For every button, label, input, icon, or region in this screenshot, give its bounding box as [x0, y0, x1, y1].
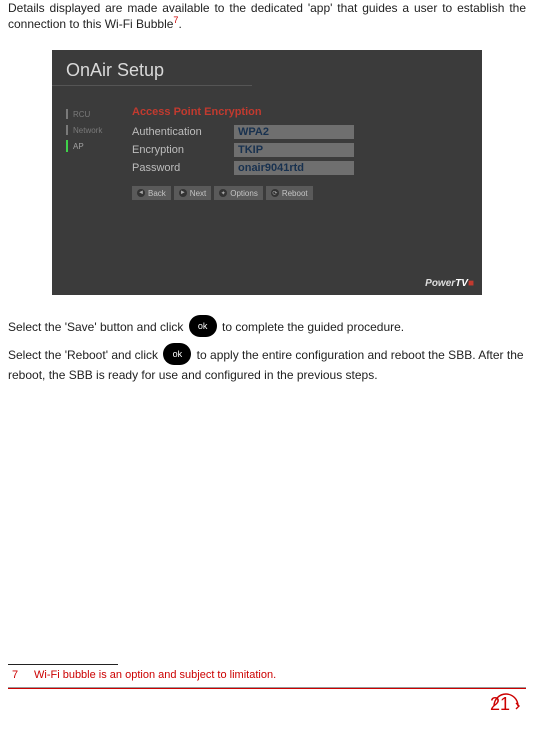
reboot-button[interactable]: ⟳Reboot	[266, 186, 313, 200]
right-arrow-icon: ►	[179, 189, 187, 197]
label-password: Password	[132, 162, 222, 174]
ok-button-icon: ok	[189, 315, 217, 337]
footnote-text: Wi-Fi bubble is an option and subject to…	[34, 669, 276, 681]
section-heading: Access Point Encryption	[132, 106, 482, 118]
screenshot-sidebar: RCU Network AP	[52, 106, 132, 200]
footnote-number: 7	[12, 669, 34, 681]
screenshot-title: OnAir Setup	[52, 50, 252, 86]
instruction-reboot: Select the 'Reboot' and click ok to appl…	[8, 345, 526, 384]
footnote-7: 7Wi-Fi bubble is an option and subject t…	[8, 665, 526, 685]
intro-paragraph: Details displayed are made available to …	[8, 0, 526, 32]
label-encryption: Encryption	[132, 144, 222, 156]
row-password: Password onair9041rtd	[132, 160, 482, 176]
intro-text-a: Details displayed are made available to …	[8, 1, 526, 31]
onair-setup-screenshot: OnAir Setup RCU Network AP Access Point …	[52, 50, 482, 295]
ok-button-icon: ok	[163, 343, 191, 365]
back-button[interactable]: ◄Back	[132, 186, 171, 200]
sidebar-item-rcu[interactable]: RCU	[66, 106, 132, 122]
value-encryption[interactable]: TKIP	[234, 143, 354, 157]
page-number-badge: 21	[484, 694, 520, 722]
button-row: ◄Back ►Next ✦Options ⟳Reboot	[132, 186, 482, 200]
next-button[interactable]: ►Next	[174, 186, 211, 200]
sidebar-item-network[interactable]: Network	[66, 122, 132, 138]
page-arc-icon	[492, 692, 520, 720]
row-encryption: Encryption TKIP	[132, 142, 482, 158]
instruction-save: Select the 'Save' button and click ok to…	[8, 317, 526, 339]
powertv-logo: PowerTV■	[425, 278, 474, 289]
value-authentication[interactable]: WPA2	[234, 125, 354, 139]
intro-text-b: .	[178, 17, 181, 31]
options-button[interactable]: ✦Options	[214, 186, 263, 200]
sidebar-item-ap[interactable]: AP	[66, 138, 132, 154]
row-authentication: Authentication WPA2	[132, 124, 482, 140]
reboot-icon: ⟳	[271, 189, 279, 197]
options-icon: ✦	[219, 189, 227, 197]
left-arrow-icon: ◄	[137, 189, 145, 197]
page-bottom-rule	[8, 687, 526, 689]
label-authentication: Authentication	[132, 126, 222, 138]
value-password[interactable]: onair9041rtd	[234, 161, 354, 175]
